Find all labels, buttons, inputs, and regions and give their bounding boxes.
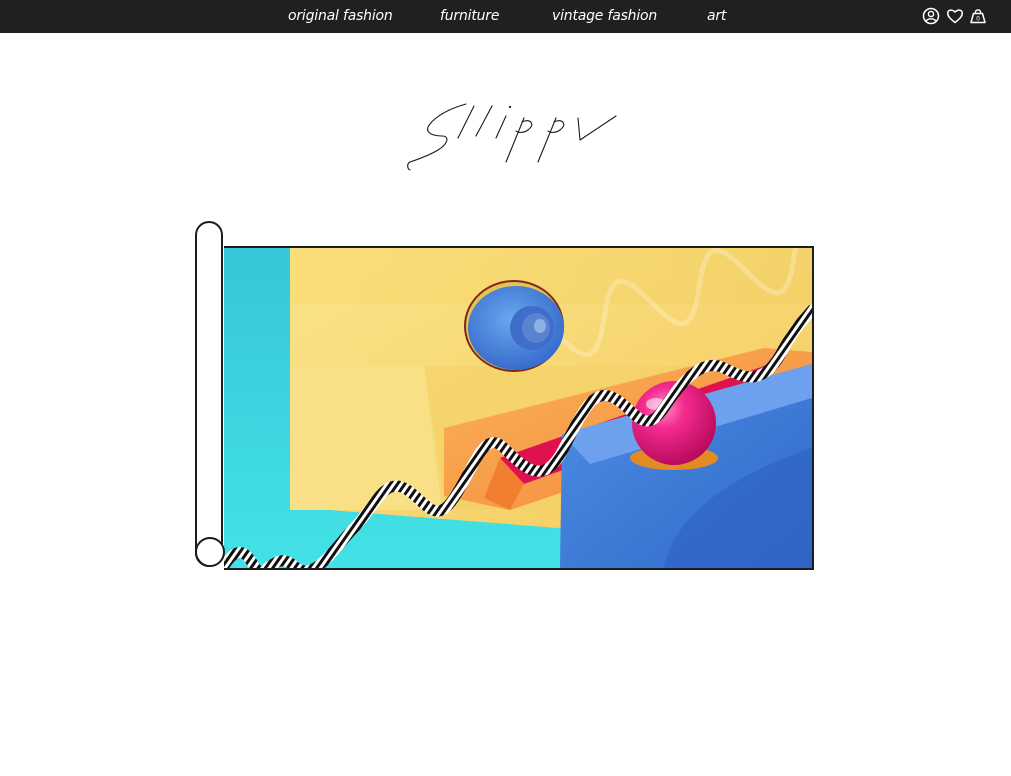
- nav-link-original-fashion[interactable]: original fashion: [288, 8, 393, 24]
- scroll-roll-decoration: [195, 221, 223, 567]
- nav-link-furniture[interactable]: furniture: [440, 8, 499, 24]
- hero-banner-image[interactable]: [224, 246, 814, 570]
- svg-text:0: 0: [976, 16, 980, 23]
- nav-link-art[interactable]: art: [707, 8, 726, 24]
- heart-icon[interactable]: [946, 7, 964, 25]
- scroll-roll-end-decoration: [195, 537, 225, 567]
- top-navigation-bar: original fashion furniture vintage fashi…: [0, 0, 1011, 33]
- hero-illustration: [224, 248, 812, 568]
- shopping-bag-icon[interactable]: 0: [969, 7, 987, 25]
- slippy-logo[interactable]: [400, 98, 622, 178]
- nav-link-vintage-fashion[interactable]: vintage fashion: [552, 8, 657, 24]
- user-icon[interactable]: [922, 7, 940, 25]
